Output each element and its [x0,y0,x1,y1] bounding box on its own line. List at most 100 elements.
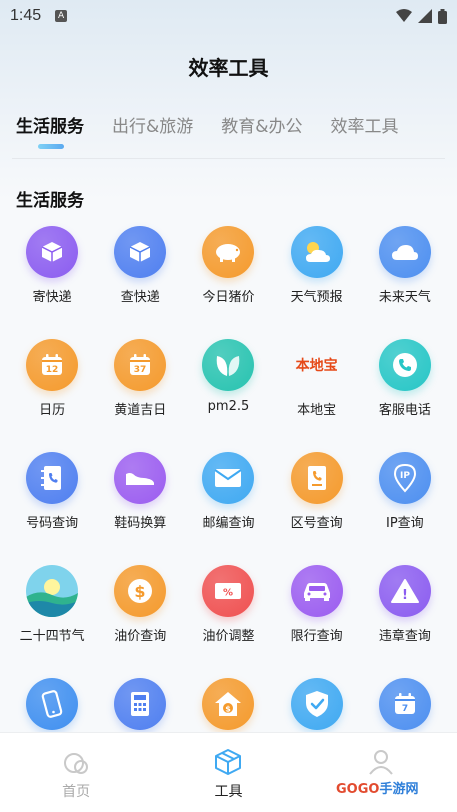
tool-item[interactable]: 限行查询 [273,565,361,644]
tool-label: 查快递 [120,290,160,305]
svg-text:%: % [223,588,233,599]
tool-label: 黄道吉日 [114,403,167,418]
tools-grid: 寄快递 查快递 今日猪价 天气预报 未来天气 12 日历 37 黄道吉日 pm2.5 本地宝 本地宝客… [8,226,449,757]
tool-item[interactable]: 寄快递 [8,226,96,305]
pig-icon [202,226,255,278]
tool-item[interactable]: 邮编查询 [184,452,272,531]
section-title: 生活服务 [16,191,84,211]
tool-item[interactable]: 12 日历 [8,339,96,418]
tool-item[interactable]: 查快递 [96,226,184,305]
svg-text:$: $ [226,705,232,714]
calculator-icon [114,678,167,730]
tool-item[interactable]: $ 油价查询 [96,565,184,644]
status-indicators [396,8,447,24]
svg-text:!: ! [402,588,408,603]
package-search-icon [114,226,167,278]
tool-label: 本地宝 [297,403,337,418]
landscape-icon [26,565,79,617]
warning-icon: ! [378,565,431,617]
svg-text:IP: IP [400,471,410,481]
tool-item[interactable]: pm2.5 [184,339,272,418]
notification-a-icon: A [55,10,68,22]
percent-ticket-icon: % [202,565,255,617]
tool-item[interactable]: 今日猪价 [184,226,272,305]
svg-text:7: 7 [402,704,408,714]
nav-tools[interactable]: 工具 [152,733,304,812]
car-icon [290,565,343,617]
house-loan-icon: $ [202,678,255,730]
tool-label: 客服电话 [378,403,431,418]
tool-label: IP查询 [386,516,424,531]
tool-label: 邮编查询 [202,516,255,531]
phonebook-icon [26,452,79,504]
area-code-icon [290,452,343,504]
tool-item[interactable]: 号码查询 [8,452,96,531]
tool-label: 鞋码换算 [114,516,167,531]
weather-sun-cloud-icon [290,226,343,278]
mail-icon [202,452,255,504]
tool-label: 区号查询 [290,516,343,531]
active-tab-indicator [38,144,64,149]
tool-item[interactable]: ! 违章查询 [361,565,449,644]
page-title: 效率工具 [188,56,269,80]
watermark-suffix: 手游网 [379,782,419,797]
nav-tools-label: 工具 [214,784,243,800]
tool-item[interactable]: 区号查询 [273,452,361,531]
watermark-logo: GOGO手游网 [336,778,418,797]
shake-phone-icon [26,678,79,730]
tool-item[interactable]: 本地宝 本地宝 [273,339,361,418]
tab-life-services[interactable]: 生活服务 [16,112,84,137]
home-icon [64,753,89,774]
tool-item[interactable]: 鞋码换算 [96,452,184,531]
tool-label: 油价查询 [114,629,167,644]
tool-label: 二十四节气 [19,629,85,644]
status-time: 1:45 [10,7,42,24]
tool-item[interactable]: 未来天气 [361,226,449,305]
tabs-divider [12,158,445,159]
tool-label: 今日猪价 [202,290,255,305]
status-bar: 1:45 A [0,0,457,32]
calendar-icon: 12 [26,339,79,391]
tool-label: 日历 [39,403,66,418]
tool-item[interactable]: 客服电话 [361,339,449,418]
bottom-nav: 首页 工具 [0,732,457,812]
leaf-icon [202,339,255,391]
wifi-icon [396,9,412,22]
tool-label: 限行查询 [290,629,343,644]
svg-text:$: $ [135,582,146,601]
svg-text:12: 12 [46,365,59,375]
svg-text:37: 37 [134,365,147,375]
signal-icon [418,9,432,23]
tool-item[interactable]: 37 黄道吉日 [96,339,184,418]
tool-item[interactable]: % 油价调整 [184,565,272,644]
watermark-brand: GOGO [336,782,380,797]
calendar-lucky-icon: 37 [114,339,167,391]
tool-label: 油价调整 [202,629,255,644]
cube-tools-icon [215,749,242,775]
tool-label: 寄快递 [32,290,72,305]
bendibao-logo-icon: 本地宝 [295,358,338,374]
nav-profile[interactable] [305,733,457,812]
calendar-convert-icon: 7 [378,678,431,730]
cloud-icon [378,226,431,278]
profile-icon [369,750,393,775]
tool-item[interactable]: IP IP查询 [361,452,449,531]
phone-icon [378,339,431,391]
nav-home[interactable]: 首页 [0,733,152,812]
tool-item[interactable]: 二十四节气 [8,565,96,644]
tool-label: 号码查询 [26,516,79,531]
tool-label: 天气预报 [290,290,343,305]
shield-check-icon [290,678,343,730]
tool-label: 未来天气 [378,290,431,305]
nav-home-label: 首页 [62,784,91,800]
category-tabs: 生活服务 出行&旅游 教育&办公 效率工具 [16,112,427,137]
tab-travel[interactable]: 出行&旅游 [112,112,193,137]
tool-label: pm2.5 [207,399,250,414]
tool-label: 违章查询 [378,629,431,644]
dollar-coin-icon: $ [114,565,167,617]
tab-education-office[interactable]: 教育&办公 [221,112,302,137]
ip-location-icon: IP [378,452,431,504]
tool-item[interactable]: 天气预报 [273,226,361,305]
shoe-icon [114,452,167,504]
tab-efficiency-tools[interactable]: 效率工具 [331,112,399,137]
